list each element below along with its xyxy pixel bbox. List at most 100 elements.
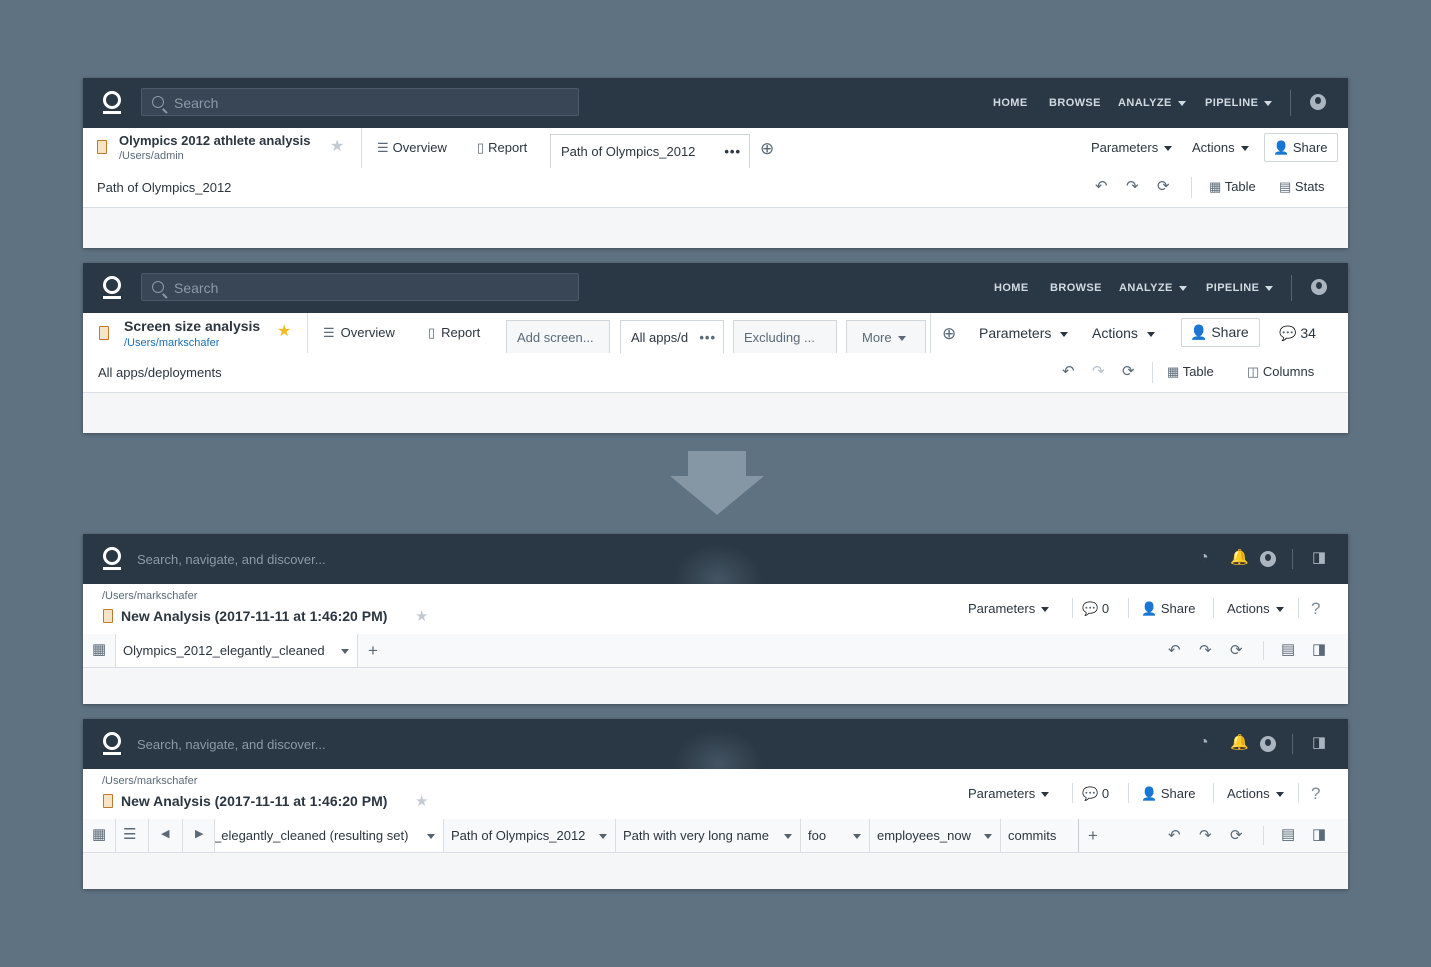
table-icon[interactable]: ▦ — [92, 642, 106, 657]
tab-report[interactable]: ▯ Report — [428, 313, 480, 353]
user-icon[interactable] — [1260, 736, 1276, 752]
tab-more[interactable]: More — [846, 320, 926, 354]
analysis-path[interactable]: /Users/markschafer — [102, 590, 197, 602]
share-button[interactable]: 👤 Share — [1181, 318, 1260, 347]
more-dots-icon[interactable]: ••• — [724, 135, 741, 169]
sidebar-toggle-icon[interactable]: ◨ — [1312, 642, 1326, 657]
redo-icon[interactable]: ↷ — [1199, 643, 1212, 658]
search-input[interactable]: Search — [141, 273, 579, 301]
sidebar-toggle-icon[interactable]: ◨ — [1312, 827, 1326, 842]
search-input[interactable]: Search, navigate, and discover... — [137, 552, 326, 567]
parameters-label: Parameters — [968, 601, 1036, 616]
star-icon[interactable]: ★ — [330, 139, 344, 155]
search-input[interactable]: Search — [141, 88, 579, 116]
actions-button[interactable]: Actions — [1227, 786, 1284, 801]
scroll-right-icon[interactable]: ▶ — [195, 829, 203, 840]
logo-icon[interactable] — [103, 732, 121, 755]
add-tab-icon[interactable]: ⊕ — [760, 140, 774, 157]
comments-button[interactable]: 💬 0 — [1082, 786, 1109, 802]
logo-icon[interactable] — [103, 91, 121, 114]
nav-analyze[interactable]: ANALYZE — [1118, 78, 1186, 128]
refresh-icon[interactable]: ⟳ — [1157, 179, 1170, 194]
star-icon[interactable]: ★ — [277, 324, 291, 340]
redo-icon[interactable]: ↷ — [1126, 179, 1139, 194]
help-icon[interactable]: ? — [1311, 600, 1320, 617]
analysis-path[interactable]: /Users/admin — [119, 150, 184, 162]
nav-analyze[interactable]: ANALYZE — [1119, 263, 1187, 313]
tab-overview[interactable]: ☰ Overview — [323, 313, 395, 353]
actions-button[interactable]: Actions — [1192, 128, 1249, 168]
tab-report[interactable]: ▯ Report — [477, 128, 527, 168]
tab-overview[interactable]: ☰ Overview — [377, 128, 447, 168]
parameters-button[interactable]: Parameters — [968, 601, 1050, 616]
refresh-icon[interactable]: ⟳ — [1230, 828, 1243, 843]
columns-button[interactable]: ◫ Columns — [1247, 364, 1314, 380]
nav-home[interactable]: HOME — [994, 263, 1029, 313]
table-icon[interactable]: ▦ — [92, 827, 106, 842]
tab-active[interactable]: Path of Olympics_2012 ••• — [550, 134, 750, 169]
redo-icon[interactable]: ↷ — [1199, 828, 1212, 843]
nav-browse[interactable]: BROWSE — [1049, 78, 1101, 128]
logo-icon[interactable] — [103, 547, 121, 570]
star-icon[interactable]: ★ — [415, 609, 428, 624]
actions-button[interactable]: Actions — [1227, 601, 1284, 616]
dataset-tab[interactable]: foo — [801, 819, 870, 852]
undo-icon[interactable]: ↶ — [1168, 643, 1181, 658]
timer-icon[interactable]: ◔ — [1199, 550, 1209, 566]
nav-browse[interactable]: BROWSE — [1050, 263, 1102, 313]
dataset-tab[interactable]: Path with very long name — [616, 819, 801, 852]
undo-icon[interactable]: ↶ — [1062, 364, 1075, 379]
comments-button[interactable]: 💬 0 — [1082, 601, 1109, 617]
tab-add-screen[interactable]: Add screen... — [506, 320, 610, 354]
refresh-icon[interactable]: ⟳ — [1230, 643, 1243, 658]
analysis-path[interactable]: /Users/markschafer — [102, 775, 197, 787]
more-dots-icon[interactable]: ••• — [699, 321, 716, 355]
undo-icon[interactable]: ↶ — [1095, 179, 1108, 194]
refresh-icon[interactable]: ⟳ — [1122, 364, 1135, 379]
bell-icon[interactable]: 🔔 — [1230, 735, 1249, 750]
user-icon[interactable] — [1310, 94, 1326, 110]
list-icon[interactable]: ☰ — [123, 827, 136, 842]
nav-pipeline[interactable]: PIPELINE — [1206, 263, 1274, 313]
share-button[interactable]: 👤 Share — [1264, 133, 1338, 162]
logo-icon[interactable] — [103, 276, 121, 299]
layout-icon[interactable]: ▤ — [1281, 642, 1295, 657]
share-button[interactable]: 👤 Share — [1141, 786, 1196, 802]
scroll-left-icon[interactable]: ◀ — [161, 829, 169, 840]
list-icon: ☰ — [323, 325, 335, 340]
dataset-tab[interactable]: Path of Olympics_2012 — [444, 819, 616, 852]
bell-icon[interactable]: 🔔 — [1230, 550, 1249, 565]
add-dataset-icon[interactable]: + — [1088, 827, 1098, 844]
nav-home[interactable]: HOME — [993, 78, 1028, 128]
parameters-button[interactable]: Parameters — [1091, 128, 1173, 168]
actions-button[interactable]: Actions — [1092, 313, 1155, 353]
sidebar-toggle-icon[interactable]: ◨ — [1312, 550, 1326, 565]
dataset-tab[interactable]: employees_now — [870, 819, 1001, 852]
layout-icon[interactable]: ▤ — [1281, 827, 1295, 842]
tab-active[interactable]: All apps/d ••• — [620, 320, 724, 354]
parameters-button[interactable]: Parameters — [979, 313, 1069, 353]
add-dataset-icon[interactable]: + — [368, 642, 378, 659]
dataset-tab[interactable]: Olympics_2012_elegantly_cleaned — [116, 634, 358, 667]
dataset-tab[interactable]: _elegantly_cleaned (resulting set) — [215, 819, 444, 852]
dataset-tab[interactable]: commits — [1001, 819, 1078, 852]
tab-excluding[interactable]: Excluding ... — [733, 320, 837, 354]
parameters-button[interactable]: Parameters — [968, 786, 1050, 801]
search-input[interactable]: Search, navigate, and discover... — [137, 737, 326, 752]
timer-icon[interactable]: ◔ — [1199, 735, 1209, 751]
undo-icon[interactable]: ↶ — [1168, 828, 1181, 843]
share-button[interactable]: 👤 Share — [1141, 601, 1196, 617]
add-tab-icon[interactable]: ⊕ — [942, 325, 956, 342]
table-button[interactable]: ▦ Table — [1209, 179, 1256, 195]
analysis-path[interactable]: /Users/markschafer — [124, 337, 219, 349]
sidebar-toggle-icon[interactable]: ◨ — [1312, 735, 1326, 750]
comments-button[interactable]: 💬 34 — [1279, 313, 1316, 353]
nav-pipeline[interactable]: PIPELINE — [1205, 78, 1273, 128]
help-icon[interactable]: ? — [1311, 785, 1320, 802]
stats-button[interactable]: ▤ Stats — [1279, 179, 1325, 195]
user-icon[interactable] — [1260, 551, 1276, 567]
user-icon[interactable] — [1311, 279, 1327, 295]
table-button[interactable]: ▦ Table — [1167, 364, 1214, 380]
star-icon[interactable]: ★ — [415, 794, 428, 809]
tab-report-label: Report — [441, 325, 481, 340]
